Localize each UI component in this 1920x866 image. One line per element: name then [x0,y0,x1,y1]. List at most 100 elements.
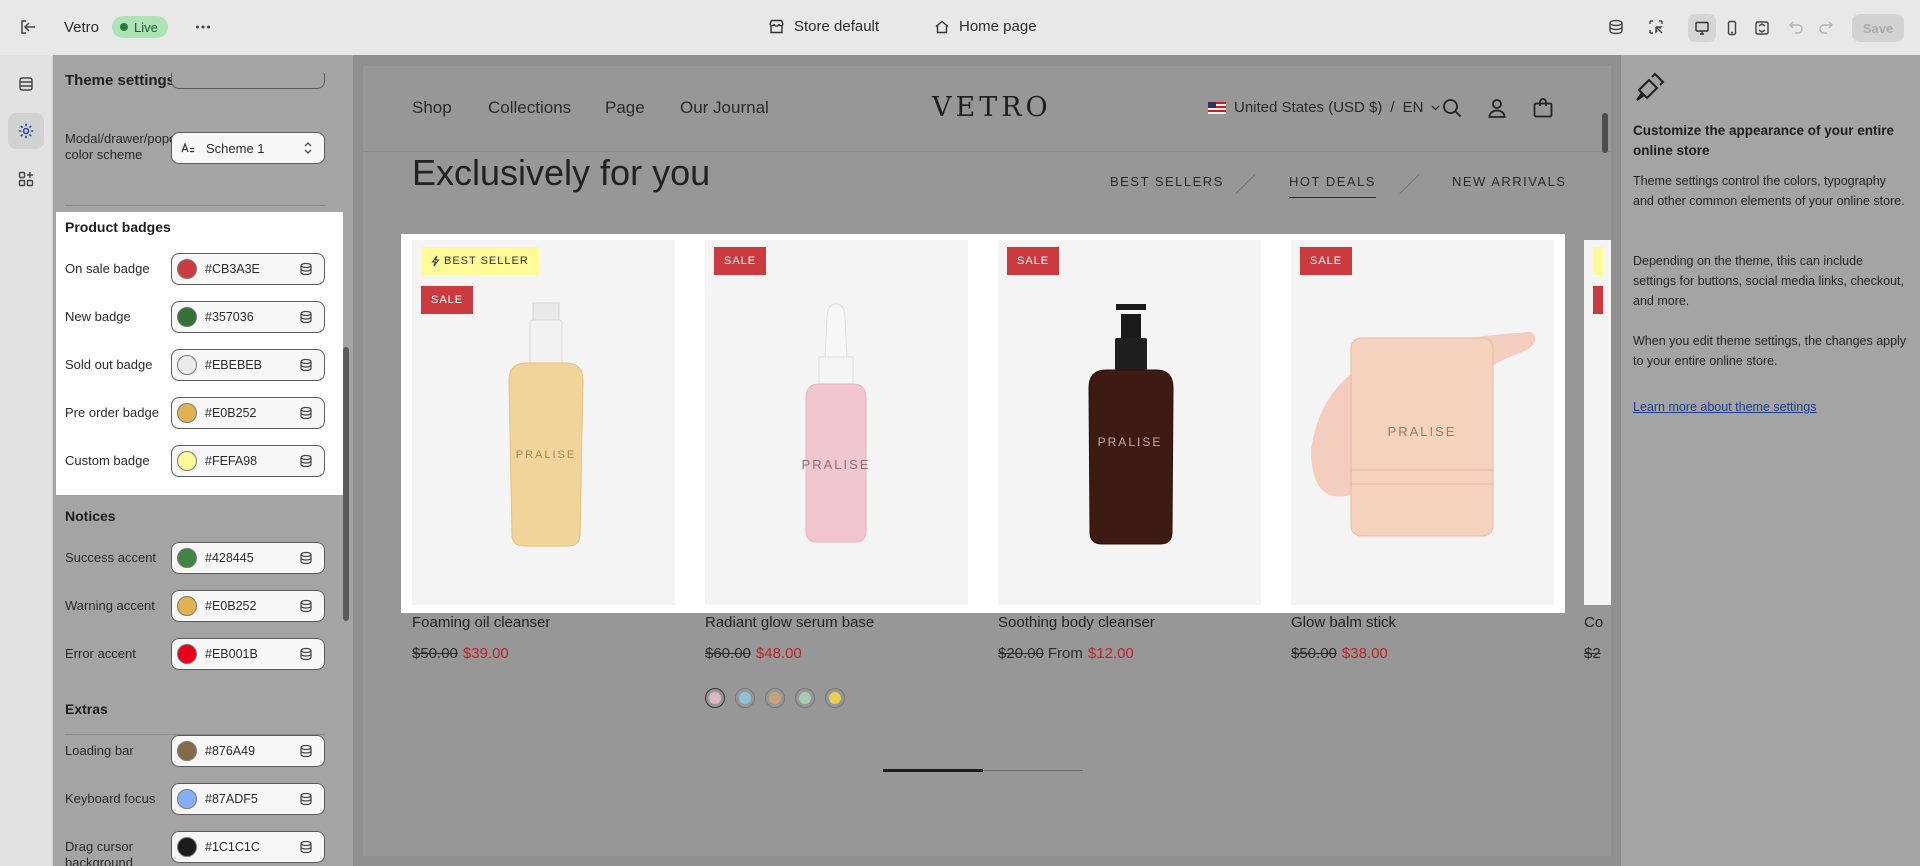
dynamic-source-icon[interactable] [296,837,316,857]
custom-badge-color-field[interactable]: #FEFA98 [171,445,325,477]
search-icon[interactable] [1440,96,1464,120]
product-name[interactable]: Glow balm stick [1291,614,1396,631]
color-swatch[interactable] [177,451,197,471]
status-badge: Live [112,16,168,38]
hex-value[interactable]: #1C1C1C [205,840,296,854]
product-name[interactable]: Soothing body cleanser [998,614,1155,631]
dynamic-source-icon[interactable] [296,259,316,279]
nav-page[interactable]: Page [605,98,645,118]
cart-icon[interactable] [1531,96,1555,120]
hex-value[interactable]: #428445 [205,551,296,565]
color-swatch[interactable] [177,596,197,616]
on-sale-badge-color-field[interactable]: #CB3A3E [171,253,325,285]
color-swatch-option[interactable] [765,688,785,708]
dynamic-source-icon[interactable] [296,644,316,664]
theme-settings-button[interactable] [8,113,44,149]
more-options-icon[interactable] [191,15,215,39]
inspector-icon[interactable] [1644,15,1668,39]
tab-hot-deals[interactable]: HOT DEALS [1289,174,1376,198]
hex-value[interactable]: #87ADF5 [205,792,296,806]
color-swatch[interactable] [177,741,197,761]
app-embeds-button[interactable] [8,161,44,197]
panel-scrollbar[interactable] [343,347,349,621]
new-badge-color-field[interactable]: #357036 [171,301,325,333]
tab-best-sellers[interactable]: BEST SELLERS [1110,174,1224,189]
locale-selector[interactable]: United States (USD $) / EN [1208,99,1440,116]
hex-value[interactable]: #EB001B [205,647,296,661]
product-name[interactable]: Radiant glow serum base [705,614,874,631]
color-swatch[interactable] [177,548,197,568]
hex-value[interactable]: #E0B252 [205,406,296,420]
exit-icon[interactable] [16,15,40,39]
product-card[interactable]: SALE PRALISE [705,240,968,605]
desktop-view-button[interactable] [1688,14,1716,42]
svg-text:PRALISE: PRALISE [802,457,871,472]
hex-value[interactable]: #EBEBEB [205,358,296,372]
pre-order-badge-color-field[interactable]: #E0B252 [171,397,325,429]
drag-cursor-background-color-field[interactable]: #1C1C1C [171,831,325,863]
dynamic-source-icon[interactable] [296,596,316,616]
sections-button[interactable] [8,66,44,102]
fullscreen-view-button[interactable] [1748,14,1776,42]
hex-value[interactable]: #FEFA98 [205,454,296,468]
warning-accent-color-field[interactable]: #E0B252 [171,590,325,622]
color-swatch-option[interactable] [705,688,725,708]
sold-out-badge-color-field[interactable]: #EBEBEB [171,349,325,381]
product-card[interactable]: SALE PRALISE [998,240,1261,605]
mobile-view-button[interactable] [1718,14,1746,42]
previous-field[interactable] [171,73,325,89]
dynamic-source-icon[interactable] [296,789,316,809]
tab-new-arrivals[interactable]: NEW ARRIVALS [1452,174,1567,189]
redo-icon[interactable] [1814,15,1838,39]
color-swatch[interactable] [177,789,197,809]
info-panel: Customize the appearance of your entire … [1620,55,1920,866]
product-card[interactable]: SALE PRALISE [1291,240,1554,605]
product-name[interactable]: Co [1584,614,1603,631]
product-card[interactable] [1584,240,1611,605]
dynamic-source-icon[interactable] [296,451,316,471]
color-swatch-option[interactable] [735,688,755,708]
compare-price: $2 [1584,645,1601,662]
sale-price: $12.00 [1087,645,1134,662]
color-swatch[interactable] [177,644,197,664]
color-swatch[interactable] [177,837,197,857]
hex-value[interactable]: #CB3A3E [205,262,296,276]
keyboard-focus-color-field[interactable]: #87ADF5 [171,783,325,815]
page-selector[interactable]: Home page [934,18,1037,35]
color-swatch[interactable] [177,307,197,327]
color-swatch[interactable] [177,355,197,375]
undo-icon[interactable] [1784,15,1808,39]
product-name[interactable]: Foaming oil cleanser [412,614,550,631]
dynamic-source-icon[interactable] [296,355,316,375]
account-icon[interactable] [1485,96,1509,120]
modal-scheme-select[interactable]: Scheme 1 [171,132,325,164]
extras-heading: Extras [65,701,108,717]
nav-our-journal[interactable]: Our Journal [680,98,769,118]
nav-shop[interactable]: Shop [412,98,452,118]
error-accent-color-field[interactable]: #EB001B [171,638,325,670]
hex-value[interactable]: #E0B252 [205,599,296,613]
preview-scrollbar[interactable] [1602,113,1608,153]
info-heading: Customize the appearance of your entire … [1633,123,1895,158]
theme-selector[interactable]: Store default [768,18,879,35]
product-price: $20.00 From $12.00 [998,645,1134,662]
learn-more-link[interactable]: Learn more about theme settings [1633,400,1816,414]
dynamic-source-icon[interactable] [296,741,316,761]
store-logo[interactable]: VETRO [932,92,1052,123]
dynamic-source-icon[interactable] [296,307,316,327]
loading-bar-color-field[interactable]: #876A49 [171,735,325,767]
color-swatch-option[interactable] [795,688,815,708]
color-swatch[interactable] [177,403,197,423]
database-icon[interactable] [1604,15,1628,39]
color-swatch-option[interactable] [825,688,845,708]
success-accent-color-field[interactable]: #428445 [171,542,325,574]
dynamic-source-icon[interactable] [296,403,316,423]
save-button[interactable]: Save [1852,14,1904,42]
hex-value[interactable]: #357036 [205,310,296,324]
color-swatch[interactable] [177,259,197,279]
nav-collections[interactable]: Collections [488,98,571,118]
product-card[interactable]: BEST SELLER SALE PRALISE [412,240,675,605]
hex-value[interactable]: #876A49 [205,744,296,758]
info-paragraph: When you edit theme settings, the change… [1633,334,1907,368]
dynamic-source-icon[interactable] [296,548,316,568]
